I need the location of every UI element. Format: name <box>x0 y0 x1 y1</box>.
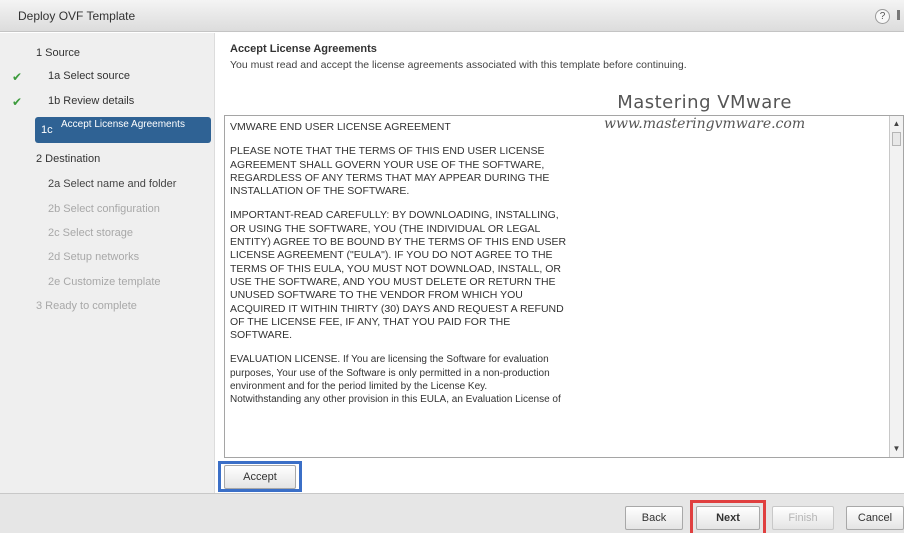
license-text: VMWARE END USER LICENSE AGREEMENT PLEASE… <box>230 121 890 418</box>
step-label: 1b Review details <box>48 95 135 107</box>
step-customize-template: 2e Customize template <box>48 276 161 288</box>
back-button[interactable]: Back <box>625 506 683 530</box>
step-review-details[interactable]: ✔ 1b Review details <box>12 95 192 109</box>
step-select-storage: 2c Select storage <box>48 227 133 239</box>
watermark-url: www.masteringvmware.com <box>604 116 806 132</box>
watermark-title: Mastering VMware <box>617 92 792 113</box>
scroll-down-icon[interactable]: ▼ <box>891 443 902 455</box>
license-scrollbar[interactable]: ▲ ▼ <box>889 116 903 457</box>
eula-paragraph: EVALUATION LICENSE. If You are licensing… <box>230 354 561 406</box>
step-number: 1c <box>41 124 53 136</box>
eula-paragraph: PLEASE NOTE THAT THE TERMS OF THIS END U… <box>230 145 550 198</box>
check-icon: ✔ <box>12 70 23 84</box>
step-select-name-and-folder[interactable]: 2a Select name and folder <box>48 178 176 190</box>
dialog-title: Deploy OVF Template <box>18 9 136 23</box>
step-label: 1a Select source <box>48 70 130 82</box>
help-icon[interactable]: ? <box>875 9 890 24</box>
page-description: You must read and accept the license agr… <box>230 59 687 71</box>
step-label: Accept License Agreements <box>61 119 185 130</box>
scroll-up-icon[interactable]: ▲ <box>891 118 902 130</box>
next-button[interactable]: Next <box>696 506 760 530</box>
watermark: Mastering VMware www.masteringvmware.com <box>604 92 805 132</box>
step-section-source: 1 Source <box>36 47 81 59</box>
step-section-destination: 2 Destination <box>36 153 101 165</box>
finish-button: Finish <box>772 506 834 530</box>
page-title: Accept License Agreements <box>230 43 377 55</box>
dialog-titlebar: Deploy OVF Template ? <box>0 0 904 32</box>
wizard-steps-sidebar: 1 Source ✔ 1a Select source ✔ 1b Review … <box>0 33 215 493</box>
content-header: Accept License Agreements You must read … <box>230 43 687 71</box>
cancel-button[interactable]: Cancel <box>846 506 904 530</box>
check-icon: ✔ <box>12 95 23 109</box>
scrollbar-thumb[interactable] <box>892 132 901 146</box>
dialog-footer <box>0 493 904 533</box>
step-setup-networks: 2d Setup networks <box>48 251 140 263</box>
eula-paragraph: IMPORTANT-READ CAREFULLY: BY DOWNLOADING… <box>230 209 567 342</box>
step-ready-to-complete: 3 Ready to complete <box>36 300 137 312</box>
window-edge-icon <box>897 10 900 20</box>
license-text-area[interactable]: VMWARE END USER LICENSE AGREEMENT PLEASE… <box>224 115 904 458</box>
step-select-source[interactable]: ✔ 1a Select source <box>12 70 192 84</box>
accept-button[interactable]: Accept <box>224 465 296 489</box>
step-select-configuration: 2b Select configuration <box>48 203 160 215</box>
step-accept-license-agreements[interactable]: 1c Accept License Agreements <box>35 117 211 143</box>
